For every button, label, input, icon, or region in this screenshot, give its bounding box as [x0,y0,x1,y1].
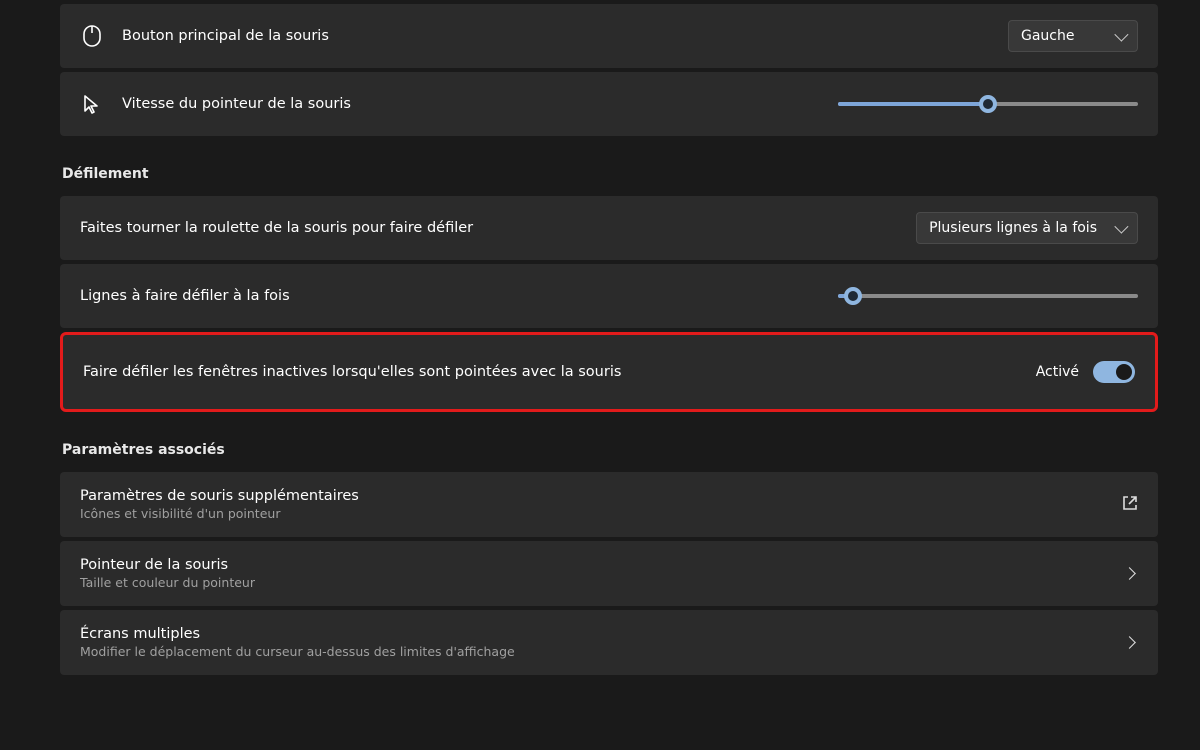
additional-settings-row[interactable]: Paramètres de souris supplémentaires Icô… [60,472,1158,537]
inactive-scroll-state: Activé [1036,364,1079,380]
wheel-scroll-row[interactable]: Faites tourner la roulette de la souris … [60,196,1158,260]
mouse-pointer-row[interactable]: Pointeur de la souris Taille et couleur … [60,541,1158,606]
primary-mouse-button-label: Bouton principal de la souris [122,28,1008,44]
cursor-icon [80,92,104,116]
lines-scroll-label: Lignes à faire défiler à la fois [80,288,838,304]
mouse-icon [80,24,104,48]
mouse-pointer-title: Pointeur de la souris [80,557,1109,573]
pointer-speed-row: Vitesse du pointeur de la souris [60,72,1158,136]
external-link-icon [1122,495,1138,515]
pointer-speed-label: Vitesse du pointeur de la souris [122,96,838,112]
primary-mouse-button-value: Gauche [1021,28,1074,44]
wheel-scroll-value: Plusieurs lignes à la fois [929,220,1097,236]
additional-settings-title: Paramètres de souris supplémentaires [80,488,1122,504]
inactive-scroll-toggle[interactable] [1093,361,1135,383]
lines-scroll-slider[interactable] [838,294,1138,298]
primary-mouse-button-row[interactable]: Bouton principal de la souris Gauche [60,4,1158,68]
mouse-pointer-subtitle: Taille et couleur du pointeur [80,575,1109,590]
pointer-speed-slider[interactable] [838,102,1138,106]
inactive-scroll-label: Faire défiler les fenêtres inactives lor… [83,364,1036,380]
chevron-down-icon [1114,28,1128,42]
additional-settings-subtitle: Icônes et visibilité d'un pointeur [80,506,1122,521]
multi-display-title: Écrans multiples [80,626,1109,642]
multi-display-subtitle: Modifier le déplacement du curseur au-de… [80,644,1109,659]
lines-scroll-row: Lignes à faire défiler à la fois [60,264,1158,328]
scrolling-section-title: Défilement [62,166,1158,182]
wheel-scroll-dropdown[interactable]: Plusieurs lignes à la fois [916,212,1138,244]
chevron-right-icon [1123,636,1136,649]
related-section-title: Paramètres associés [62,442,1158,458]
inactive-scroll-row[interactable]: Faire défiler les fenêtres inactives lor… [60,332,1158,412]
primary-mouse-button-dropdown[interactable]: Gauche [1008,20,1138,52]
wheel-scroll-label: Faites tourner la roulette de la souris … [80,220,916,236]
chevron-right-icon [1123,567,1136,580]
chevron-down-icon [1114,220,1128,234]
multi-display-row[interactable]: Écrans multiples Modifier le déplacement… [60,610,1158,675]
